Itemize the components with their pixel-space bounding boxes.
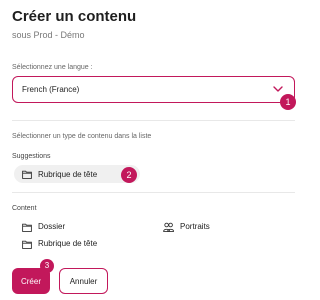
people-icon bbox=[163, 222, 174, 232]
folder-icon bbox=[22, 170, 32, 179]
folder-icon bbox=[22, 223, 32, 232]
page-title: Créer un contenu bbox=[12, 8, 137, 25]
content-item-dossier[interactable]: Dossier bbox=[38, 222, 65, 231]
divider bbox=[12, 120, 295, 121]
language-select-value: French (France) bbox=[22, 85, 80, 94]
step-badge-2: 2 bbox=[121, 167, 137, 183]
language-label: Sélectionnez une langue : bbox=[12, 64, 93, 71]
cancel-button[interactable]: Annuler bbox=[59, 268, 108, 294]
step-badge-3: 3 bbox=[40, 259, 54, 273]
divider bbox=[12, 192, 295, 193]
folder-icon bbox=[22, 240, 32, 249]
content-title: Content bbox=[12, 205, 37, 212]
step-badge-1: 1 bbox=[280, 94, 296, 110]
content-item-rubrique[interactable]: Rubrique de tête bbox=[38, 239, 97, 248]
content-item-portraits[interactable]: Portraits bbox=[180, 222, 210, 231]
page-subtitle: sous Prod - Démo bbox=[12, 30, 85, 40]
suggestions-title: Suggestions bbox=[12, 153, 51, 160]
chevron-down-icon bbox=[273, 86, 283, 92]
suggestion-item-label: Rubrique de tête bbox=[38, 170, 98, 179]
language-select[interactable]: French (France) bbox=[12, 76, 295, 103]
content-type-label: Sélectionner un type de contenu dans la … bbox=[12, 133, 152, 140]
